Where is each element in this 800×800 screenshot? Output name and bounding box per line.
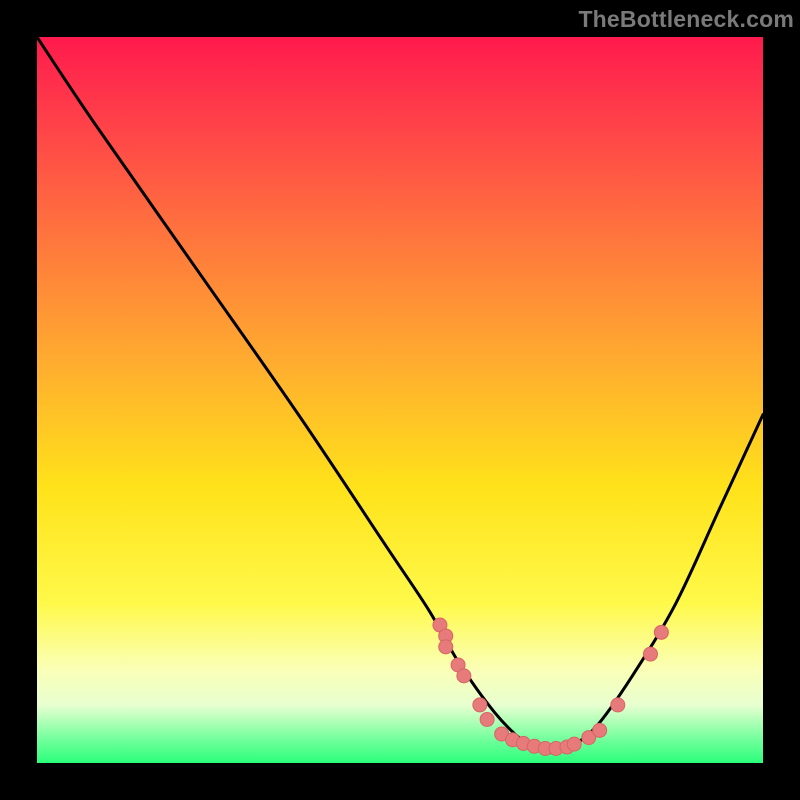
watermark-text: TheBottleneck.com: [578, 6, 794, 33]
marker-dot: [611, 698, 625, 712]
marker-dot: [439, 640, 453, 654]
marker-dot: [567, 737, 581, 751]
marker-dot: [457, 669, 471, 683]
plot-area: [37, 37, 763, 763]
marker-dot: [473, 698, 487, 712]
marker-dot: [654, 625, 668, 639]
marker-dot: [643, 647, 657, 661]
marker-dot: [593, 723, 607, 737]
bottleneck-curve-svg: [37, 37, 763, 763]
markers-group: [433, 618, 668, 755]
chart-container: TheBottleneck.com: [0, 0, 800, 800]
marker-dot: [480, 712, 494, 726]
bottleneck-curve: [37, 37, 763, 753]
